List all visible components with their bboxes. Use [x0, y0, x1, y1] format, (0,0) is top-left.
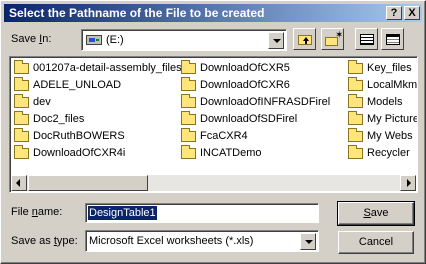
save-button[interactable]: Save: [337, 201, 415, 226]
folder-icon: [181, 145, 196, 159]
folder-icon: [348, 77, 363, 91]
horizontal-scrollbar[interactable]: [11, 175, 416, 191]
file-name-label: File name:: [11, 206, 63, 218]
folder-icon: [181, 60, 196, 74]
save-as-type-select[interactable]: Microsoft Excel worksheets (*.xls): [85, 230, 319, 252]
folder-icon: [14, 77, 29, 91]
save-in-label: Save In:: [11, 33, 52, 45]
save-in-combo[interactable]: (E:): [81, 29, 287, 51]
save-dialog: Select the Pathname of the File to be cr…: [0, 0, 426, 264]
details-view-icon: [386, 34, 400, 45]
close-button[interactable]: X: [404, 6, 420, 20]
folder-icon: [348, 145, 363, 159]
file-name-value: DesignTable1: [88, 206, 157, 220]
folder-icon: [348, 111, 363, 125]
folder-icon: [14, 60, 29, 74]
folder-icon: [14, 128, 29, 142]
cancel-button[interactable]: Cancel: [338, 231, 414, 254]
folder-icon: [14, 94, 29, 108]
save-as-type-value: Microsoft Excel worksheets (*.xls): [89, 235, 254, 247]
dialog-title: Select the Pathname of the File to be cr…: [9, 6, 265, 20]
up-folder-icon: [298, 35, 312, 45]
folder-icon: [181, 77, 196, 91]
scroll-right-icon[interactable]: [400, 175, 416, 191]
folder-icon: [14, 111, 29, 125]
title-bar[interactable]: Select the Pathname of the File to be cr…: [4, 4, 422, 22]
help-button[interactable]: ?: [386, 6, 402, 20]
folder-icon: [181, 128, 196, 142]
folder-icon: [181, 111, 196, 125]
chevron-down-icon[interactable]: [300, 233, 316, 250]
folder-icon: [348, 60, 363, 74]
scroll-left-icon[interactable]: [11, 175, 27, 191]
chevron-down-icon[interactable]: [268, 32, 284, 49]
file-list[interactable]: 001207a-detail-assembly_files ADELE_UNLO…: [9, 56, 418, 193]
list-view-icon: [360, 34, 374, 45]
details-view-button[interactable]: [381, 28, 404, 50]
folder-icon: [348, 94, 363, 108]
folder-icon: [348, 128, 363, 142]
file-name-input[interactable]: DesignTable1: [85, 203, 319, 223]
drive-icon: [86, 35, 102, 45]
save-in-value: (E:): [106, 34, 124, 46]
folder-icon: [14, 145, 29, 159]
new-folder-button[interactable]: ✶: [321, 28, 344, 50]
list-view-button[interactable]: [355, 28, 378, 50]
scroll-thumb[interactable]: [28, 175, 148, 191]
sparkle-icon: ✶: [335, 30, 344, 41]
up-folder-button[interactable]: [293, 28, 316, 50]
save-as-type-label: Save as type:: [11, 235, 78, 247]
folder-icon: [181, 94, 196, 108]
